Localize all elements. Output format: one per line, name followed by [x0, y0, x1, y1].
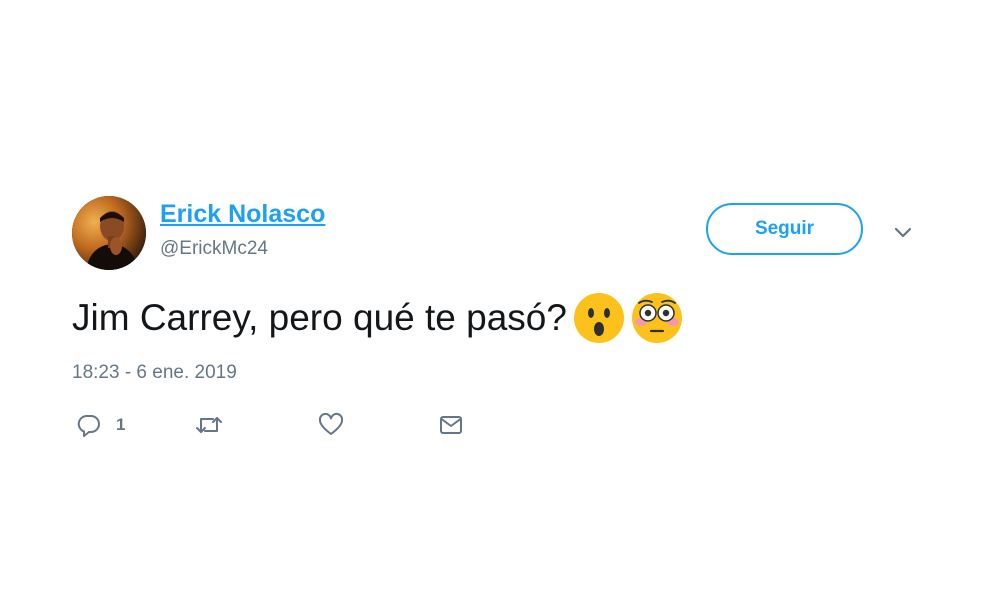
author-handle[interactable]: @ErickMc24 [160, 238, 268, 260]
retweet-icon [194, 412, 224, 438]
reply-count: 1 [116, 415, 126, 434]
retweet-button[interactable] [194, 408, 224, 442]
chevron-down-icon[interactable] [890, 220, 916, 246]
hushed-face-emoji [573, 292, 625, 344]
reply-icon [76, 412, 102, 438]
reply-button[interactable]: 1 [76, 408, 125, 442]
tweet-text: Jim Carrey, pero qué te pasó? [72, 292, 683, 344]
flushed-face-emoji [631, 292, 683, 344]
author-display-name[interactable]: Erick Nolasco [160, 200, 325, 229]
tweet-actions: 1 [72, 408, 492, 442]
tweet-card: Erick Nolasco @ErickMc24 Seguir Jim Carr… [0, 0, 1000, 590]
message-button[interactable] [438, 408, 464, 442]
tweet-text-content: Jim Carrey, pero qué te pasó? [72, 297, 567, 338]
like-button[interactable] [317, 408, 345, 442]
envelope-icon [438, 412, 464, 438]
tweet-timestamp[interactable]: 18:23 - 6 ene. 2019 [72, 362, 237, 384]
heart-icon [317, 412, 345, 438]
avatar[interactable] [72, 196, 146, 270]
follow-button[interactable]: Seguir [706, 203, 863, 255]
